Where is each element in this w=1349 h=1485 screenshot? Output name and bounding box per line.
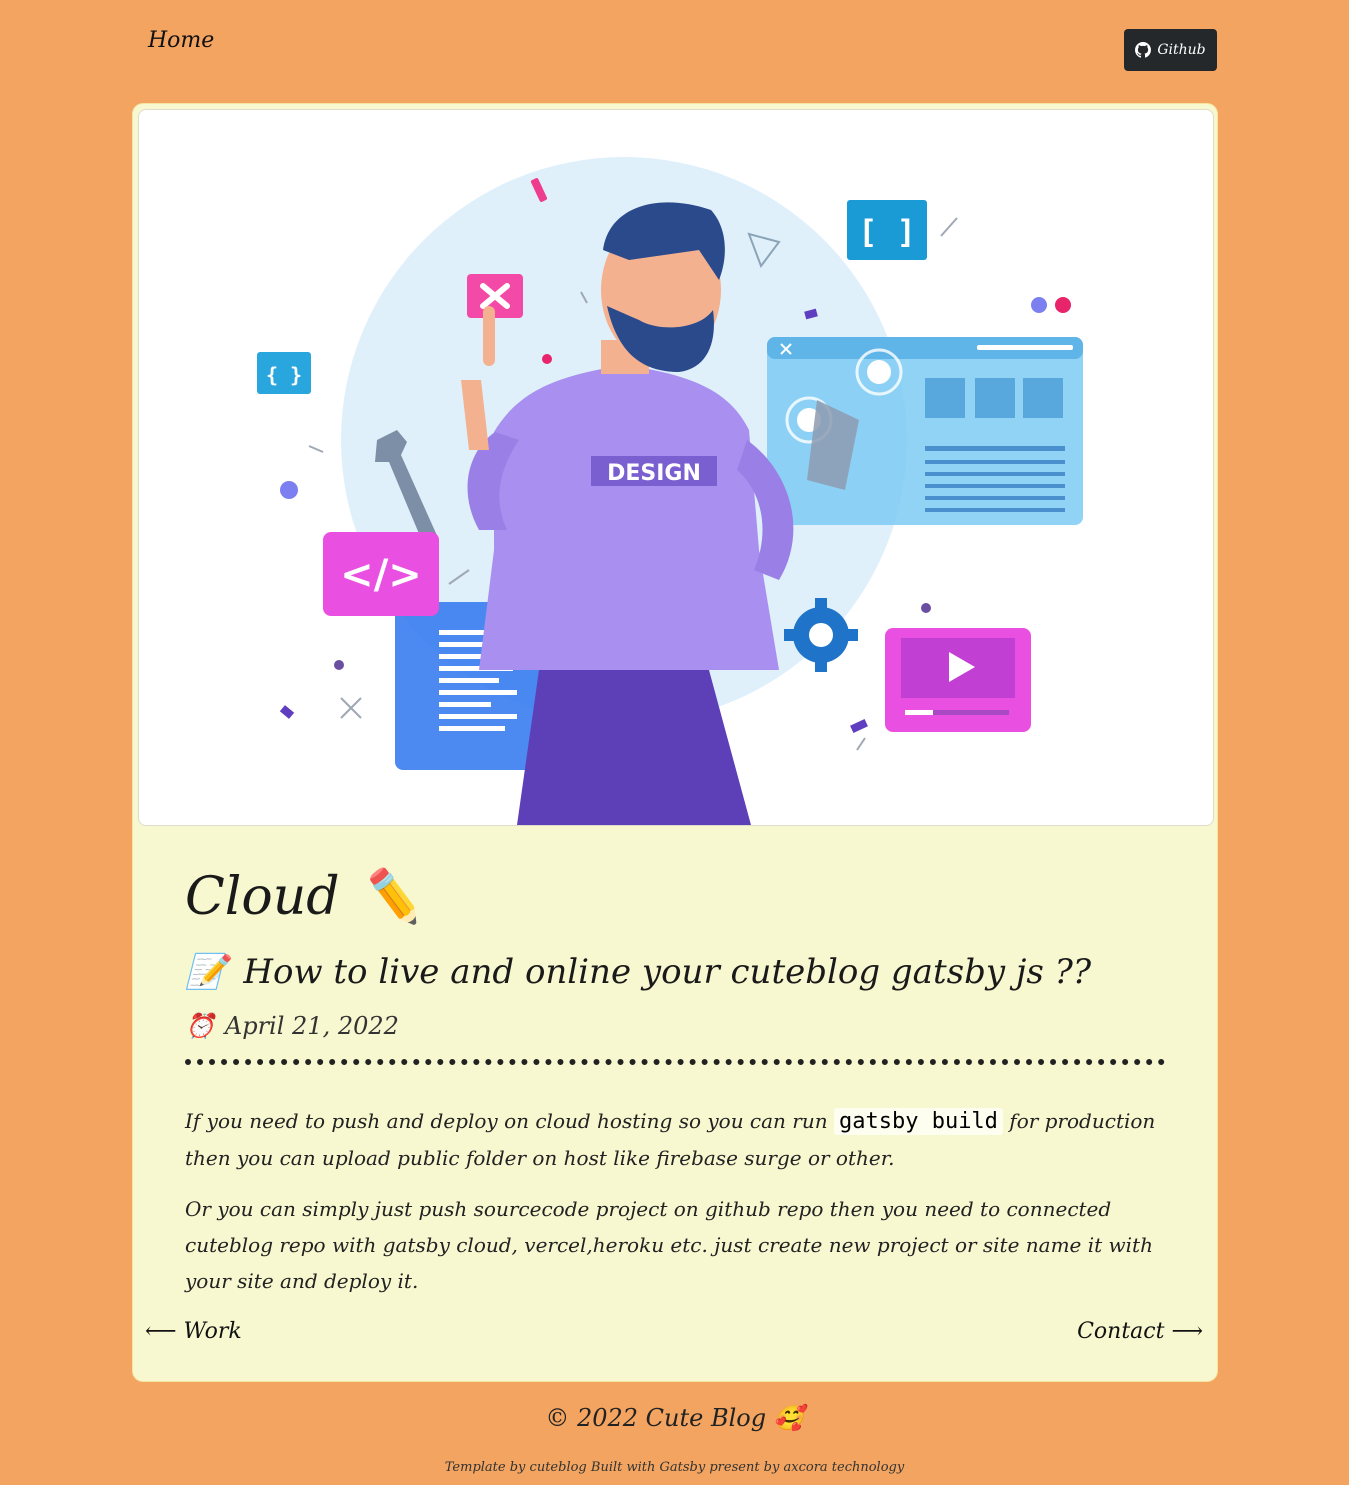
post-date-text: April 21, 2022 (224, 1012, 399, 1040)
smiling-face-icon: 🥰 (773, 1404, 804, 1432)
inline-code: gatsby build (833, 1108, 1003, 1135)
memo-icon: 📝 (185, 952, 228, 992)
github-label: Github (1157, 42, 1206, 58)
pencil-icon: ✏️ (357, 867, 423, 927)
footer-copyright: © 2022 Cute Blog 🥰 (0, 1404, 1349, 1432)
code-icon-text: </> (340, 552, 422, 598)
prev-post-link[interactable]: ⟵ Work (145, 1319, 242, 1344)
credit-template-link[interactable]: cuteblog (530, 1460, 587, 1475)
next-post-link[interactable]: Contact ⟶ (1077, 1319, 1203, 1344)
alarm-clock-icon: ⏰ (185, 1012, 215, 1040)
footer-credits: Template by cuteblog Built with Gatsby p… (0, 1460, 1349, 1475)
post-paragraph-2: Or you can simply just push sourcecode p… (185, 1197, 1153, 1293)
copyright-text: © 2022 Cute Blog (545, 1404, 767, 1432)
post-card: [ ] { } </> DESIGN Cloud ✏️ 📝 How to liv… (133, 104, 1217, 1381)
para1-before: If you need to push and deploy on cloud … (185, 1109, 834, 1133)
designer-illustration: [ ] { } </> DESIGN (257, 157, 1083, 825)
hero-illustration: [ ] { } </> DESIGN (138, 109, 1214, 826)
post-title-text: How to live and online your cuteblog gat… (243, 952, 1092, 992)
credit-mid-1: Built with (590, 1460, 656, 1475)
credit-mid-2: present by (709, 1460, 780, 1475)
curly-box-text: { } (266, 363, 302, 387)
post-title: 📝 How to live and online your cuteblog g… (185, 952, 1091, 992)
github-icon (1135, 42, 1152, 58)
credit-company-link[interactable]: axcora technology (784, 1460, 905, 1475)
post-date: ⏰ April 21, 2022 (185, 1012, 399, 1040)
github-button[interactable]: Github (1124, 29, 1217, 71)
divider (185, 1059, 1165, 1065)
post-paragraph-1: If you need to push and deploy on cloud … (185, 1103, 1160, 1176)
post-category-text: Cloud (185, 866, 340, 927)
post-category-heading: Cloud ✏️ (185, 866, 423, 928)
credit-gatsby-link[interactable]: Gatsby (660, 1460, 706, 1475)
nav-home-link[interactable]: Home (148, 28, 214, 53)
credit-prefix: Template by (444, 1460, 526, 1475)
shirt-text: DESIGN (607, 461, 701, 486)
bracket-box-text: [ ] (858, 213, 916, 251)
